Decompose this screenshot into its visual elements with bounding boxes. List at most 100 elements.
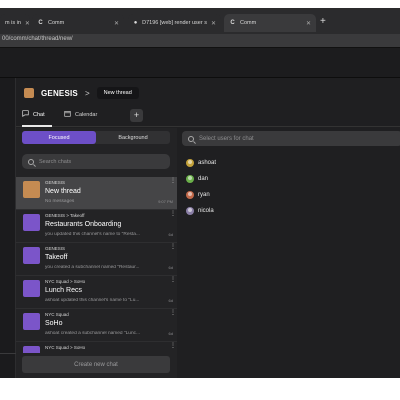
chat-time: 6d: [168, 232, 173, 237]
add-tab-button[interactable]: +: [130, 109, 143, 122]
more-options-icon[interactable]: ⋮: [170, 244, 176, 250]
chat-list-item[interactable]: NYC Squad > SoHo ⋮: [16, 342, 177, 353]
user-list-item[interactable]: dan: [186, 171, 216, 187]
user-avatar: [186, 159, 194, 167]
chat-list-item[interactable]: NYC Squad SoHo ashoat created a subchann…: [16, 309, 177, 342]
address-bar[interactable]: 00/comm/chat/thread/new/: [0, 34, 400, 48]
chat-avatar: [23, 346, 40, 353]
chat-last-message: you created a subchannel named "Restaur.…: [45, 265, 140, 270]
chat-title: Lunch Recs: [45, 287, 82, 294]
chat-avatar: [23, 247, 40, 264]
chat-parent: NYC Squad > SoHo: [45, 345, 86, 350]
browser-tab-active[interactable]: C Comm ✕: [224, 14, 316, 32]
workspace-name[interactable]: GENESIS: [41, 89, 78, 98]
background-toggle-button[interactable]: Background: [96, 131, 170, 144]
user-name: ryan: [198, 192, 210, 198]
tab-label: D7196 [web] render user s: [142, 20, 207, 26]
chat-time: 6d: [168, 265, 173, 270]
chat-parent: NYC Squad > SoHo: [45, 279, 86, 284]
more-options-icon[interactable]: ⋮: [170, 310, 176, 316]
chat-last-message: No messages: [45, 199, 75, 204]
create-new-chat-button[interactable]: Create new chat: [22, 356, 170, 373]
chat-title: Takeoff: [45, 254, 68, 261]
close-tab-icon[interactable]: ✕: [211, 20, 216, 27]
comm-favicon-icon: C: [38, 20, 43, 26]
chat-list-panel: Focused Background Search chats GENESIS …: [16, 128, 177, 378]
user-list-item[interactable]: ryan: [186, 187, 216, 203]
user-list-item[interactable]: ashoat: [186, 155, 216, 171]
chat-list-item[interactable]: GENESIS Takeoff you created a subchannel…: [16, 243, 177, 276]
browser-tab[interactable]: ● D7196 [web] render user s ✕: [128, 14, 221, 32]
chat-parent: GENESIS: [45, 246, 66, 251]
close-tab-icon[interactable]: ✕: [25, 20, 30, 27]
close-tab-icon[interactable]: ✕: [114, 20, 119, 27]
new-thread-panel: Select users for chat ashoat dan ryan ni…: [178, 128, 400, 378]
chat-last-message: you updated this channel's name to "Rest…: [45, 232, 140, 237]
thread-header: GENESIS > New thread: [16, 78, 400, 108]
chat-parent: GENESIS: [45, 180, 66, 185]
tab-chat[interactable]: Chat: [22, 110, 45, 119]
calendar-icon: [64, 110, 71, 119]
more-options-icon[interactable]: ⋮: [170, 178, 176, 184]
more-options-icon[interactable]: ⋮: [170, 343, 176, 349]
close-tab-icon[interactable]: ✕: [306, 20, 311, 27]
tab-calendar-label: Calendar: [75, 111, 98, 118]
user-avatar: [186, 207, 194, 215]
chat-list-item[interactable]: GENESIS > Takeoff Restaurants Onboarding…: [16, 210, 177, 243]
chat-avatar: [23, 214, 40, 231]
chat-time: 6d: [168, 331, 173, 336]
user-name: dan: [198, 176, 209, 182]
more-options-icon[interactable]: ⋮: [170, 211, 176, 217]
github-icon: ●: [133, 20, 138, 26]
chat-avatar: [23, 313, 40, 330]
more-options-icon[interactable]: ⋮: [170, 277, 176, 283]
user-search-input[interactable]: Select users for chat: [182, 131, 400, 146]
left-nav-strip: [0, 78, 16, 378]
user-avatar: [186, 191, 194, 199]
user-list-item[interactable]: nicola: [186, 203, 216, 219]
chat-last-message: ashoat created a subchannel named "Lunc.…: [45, 331, 141, 336]
search-icon: [188, 135, 194, 142]
chat-time: 9:07 PM: [158, 199, 173, 204]
browser-window: m is in ✕ C Comm ✕ ● D7196 [web] render …: [0, 8, 400, 378]
chat-list-item[interactable]: GENESIS New thread No messages 9:07 PM ⋮: [16, 177, 177, 210]
chat-list: GENESIS New thread No messages 9:07 PM ⋮…: [16, 177, 177, 353]
thread-name-pill: New thread: [96, 87, 139, 99]
user-name: ashoat: [198, 160, 217, 166]
chat-filter-toggle: Focused Background: [22, 131, 170, 144]
chat-list-item[interactable]: NYC Squad > SoHo Lunch Recs ashoat updat…: [16, 276, 177, 309]
chat-last-message: ashoat updated this channel's name to "L…: [45, 298, 140, 303]
tab-label: Comm: [240, 20, 257, 26]
chat-bubble-icon: [22, 110, 29, 119]
chat-time: 6d: [168, 298, 173, 303]
chat-avatar: [23, 181, 40, 198]
divider: [0, 353, 16, 354]
tab-calendar[interactable]: Calendar: [64, 110, 97, 119]
workspace-avatar: [24, 88, 34, 98]
user-search-placeholder: Select users for chat: [199, 135, 254, 142]
browser-tab[interactable]: C Comm ✕: [32, 14, 124, 32]
focused-toggle-button[interactable]: Focused: [22, 131, 96, 144]
comm-app: GENESIS > New thread Chat Calendar + Foc…: [0, 78, 400, 378]
search-icon: [28, 158, 34, 165]
chat-parent: GENESIS > Takeoff: [45, 213, 85, 218]
url-text: 00/comm/chat/thread/new/: [2, 36, 73, 42]
browser-tab-bar: m is in ✕ C Comm ✕ ● D7196 [web] render …: [0, 8, 400, 34]
browser-tab[interactable]: m is in ✕: [0, 14, 30, 32]
tab-label: Comm: [48, 20, 65, 26]
user-list: ashoat dan ryan nicola: [186, 155, 216, 219]
tab-chat-label: Chat: [33, 111, 45, 118]
new-tab-icon[interactable]: +: [320, 17, 326, 27]
chat-title: SoHo: [45, 320, 63, 327]
bookmarks-bar: [0, 48, 400, 78]
user-avatar: [186, 175, 194, 183]
chat-avatar: [23, 280, 40, 297]
chat-parent: NYC Squad: [45, 312, 69, 317]
search-chats-input[interactable]: Search chats: [22, 154, 170, 169]
user-name: nicola: [198, 208, 214, 214]
comm-favicon-icon: C: [230, 20, 235, 26]
breadcrumb-separator: >: [84, 88, 90, 98]
tab-label: m is in: [5, 20, 21, 26]
subtab-bar: Chat Calendar +: [16, 105, 400, 127]
chat-title: Restaurants Onboarding: [45, 221, 122, 228]
